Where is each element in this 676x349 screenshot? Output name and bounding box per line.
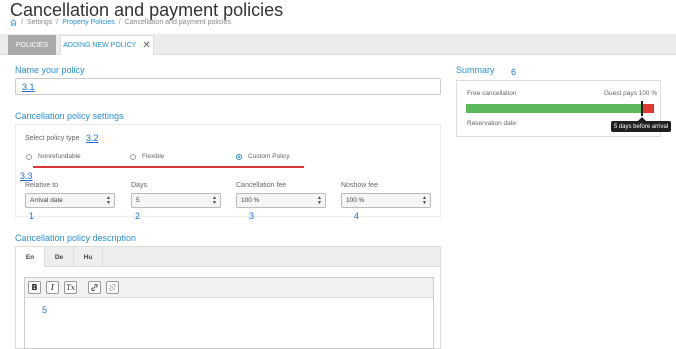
annotation-1: 1 [29,211,35,221]
select-value: 100 % [346,197,365,204]
radio-label: Custom Policy [248,153,290,160]
tab-language-de[interactable]: De [45,247,74,267]
breadcrumb: / Settings / Property Policies / Cancell… [10,19,231,26]
select-arrows-icon: ▲ ▼ [422,195,427,206]
breadcrumb-separator: / [21,19,23,26]
policy-name-input[interactable] [15,78,441,95]
radio-circle-selected [236,153,242,160]
description-section-title: Cancellation policy description [15,233,137,243]
clear-format-button[interactable]: Tx [64,281,77,294]
breadcrumb-separator: / [56,19,59,26]
select-value: 5 [136,197,140,204]
annotation-5: 5 [42,305,48,315]
breadcrumb-separator: / [118,19,121,26]
editor-toolbar [25,278,433,298]
breadcrumb-property-policies[interactable]: Property Policies [62,19,115,26]
cancellation-timeline-bar [466,104,654,113]
tab-language-hu[interactable]: Hu [74,247,103,267]
close-icon[interactable]: ✕ [142,40,150,51]
radio-label: Nonrefundable [38,153,81,160]
field-label-days: Days [131,182,147,189]
cancellation-fee-select[interactable]: 100 % ▲ ▼ [236,193,326,208]
noshow-fee-select[interactable]: 100 % ▲ ▼ [341,193,431,208]
settings-section-title: Cancellation policy settings [15,111,124,121]
guest-pays-label: Guest pays 100 % [604,90,658,97]
annotation-3-2: 3.2 [86,133,99,143]
annotation-6: 6 [511,67,517,77]
field-label-noshow-fee: Noshow fee [341,182,378,189]
field-label-relative-to: Relative to [25,182,59,189]
annotation-3-1: 3.1 [22,82,35,92]
radio-flexible[interactable]: Flexible [130,153,164,160]
link-icon[interactable] [88,281,101,294]
annotation-4: 4 [354,211,360,221]
italic-button[interactable]: I [46,281,59,294]
select-value: Arrival date [30,197,63,204]
timeline-paid-segment [643,104,654,113]
policy-type-label: Select policy type [25,135,80,142]
page-title: Cancellation and payment policies [10,0,284,20]
radio-nonrefundable[interactable]: Nonrefundable [26,153,81,160]
unlink-icon[interactable] [106,281,119,294]
relative-to-select[interactable]: Arrival date ▲ ▼ [25,193,115,208]
annotation-3-3: 3.3 [20,171,33,181]
annotation-2: 2 [135,211,141,221]
annotation-3: 3 [249,211,255,221]
radio-circle [130,153,136,160]
tab-adding-label: ADDING NEW POLICY [63,41,137,49]
select-arrows-icon: ▲ ▼ [212,195,217,206]
tab-policies[interactable]: POLICIES [8,35,56,55]
timeline-tooltip: 5 days before arrival [611,121,671,132]
home-icon[interactable] [10,19,17,26]
reservation-date-label: Reservation date [467,120,517,127]
field-label-cancellation-fee: Cancellation fee [236,182,287,189]
radio-label: Flexible [142,153,165,160]
name-section-title: Name your policy [15,65,85,75]
summary-title: Summary [456,65,495,75]
free-cancellation-label: Free cancellation [467,90,517,97]
select-value: 100 % [241,197,260,204]
tab-adding-new-policy[interactable]: ADDING NEW POLICY ✕ [60,35,154,55]
radio-circle [26,153,32,160]
highlight-underline [33,166,304,168]
select-arrows-icon: ▲ ▼ [106,195,111,206]
timeline-marker[interactable] [641,101,643,116]
days-select[interactable]: 5 ▲ ▼ [131,193,221,208]
radio-custom-policy[interactable]: Custom Policy [236,153,290,160]
breadcrumb-current: Cancellation and payment policies [124,19,231,26]
select-arrows-icon: ▲ ▼ [317,195,322,206]
breadcrumb-settings[interactable]: Settings [27,19,52,26]
bold-button[interactable]: B [28,281,41,294]
tab-language-en[interactable]: En [16,247,45,267]
